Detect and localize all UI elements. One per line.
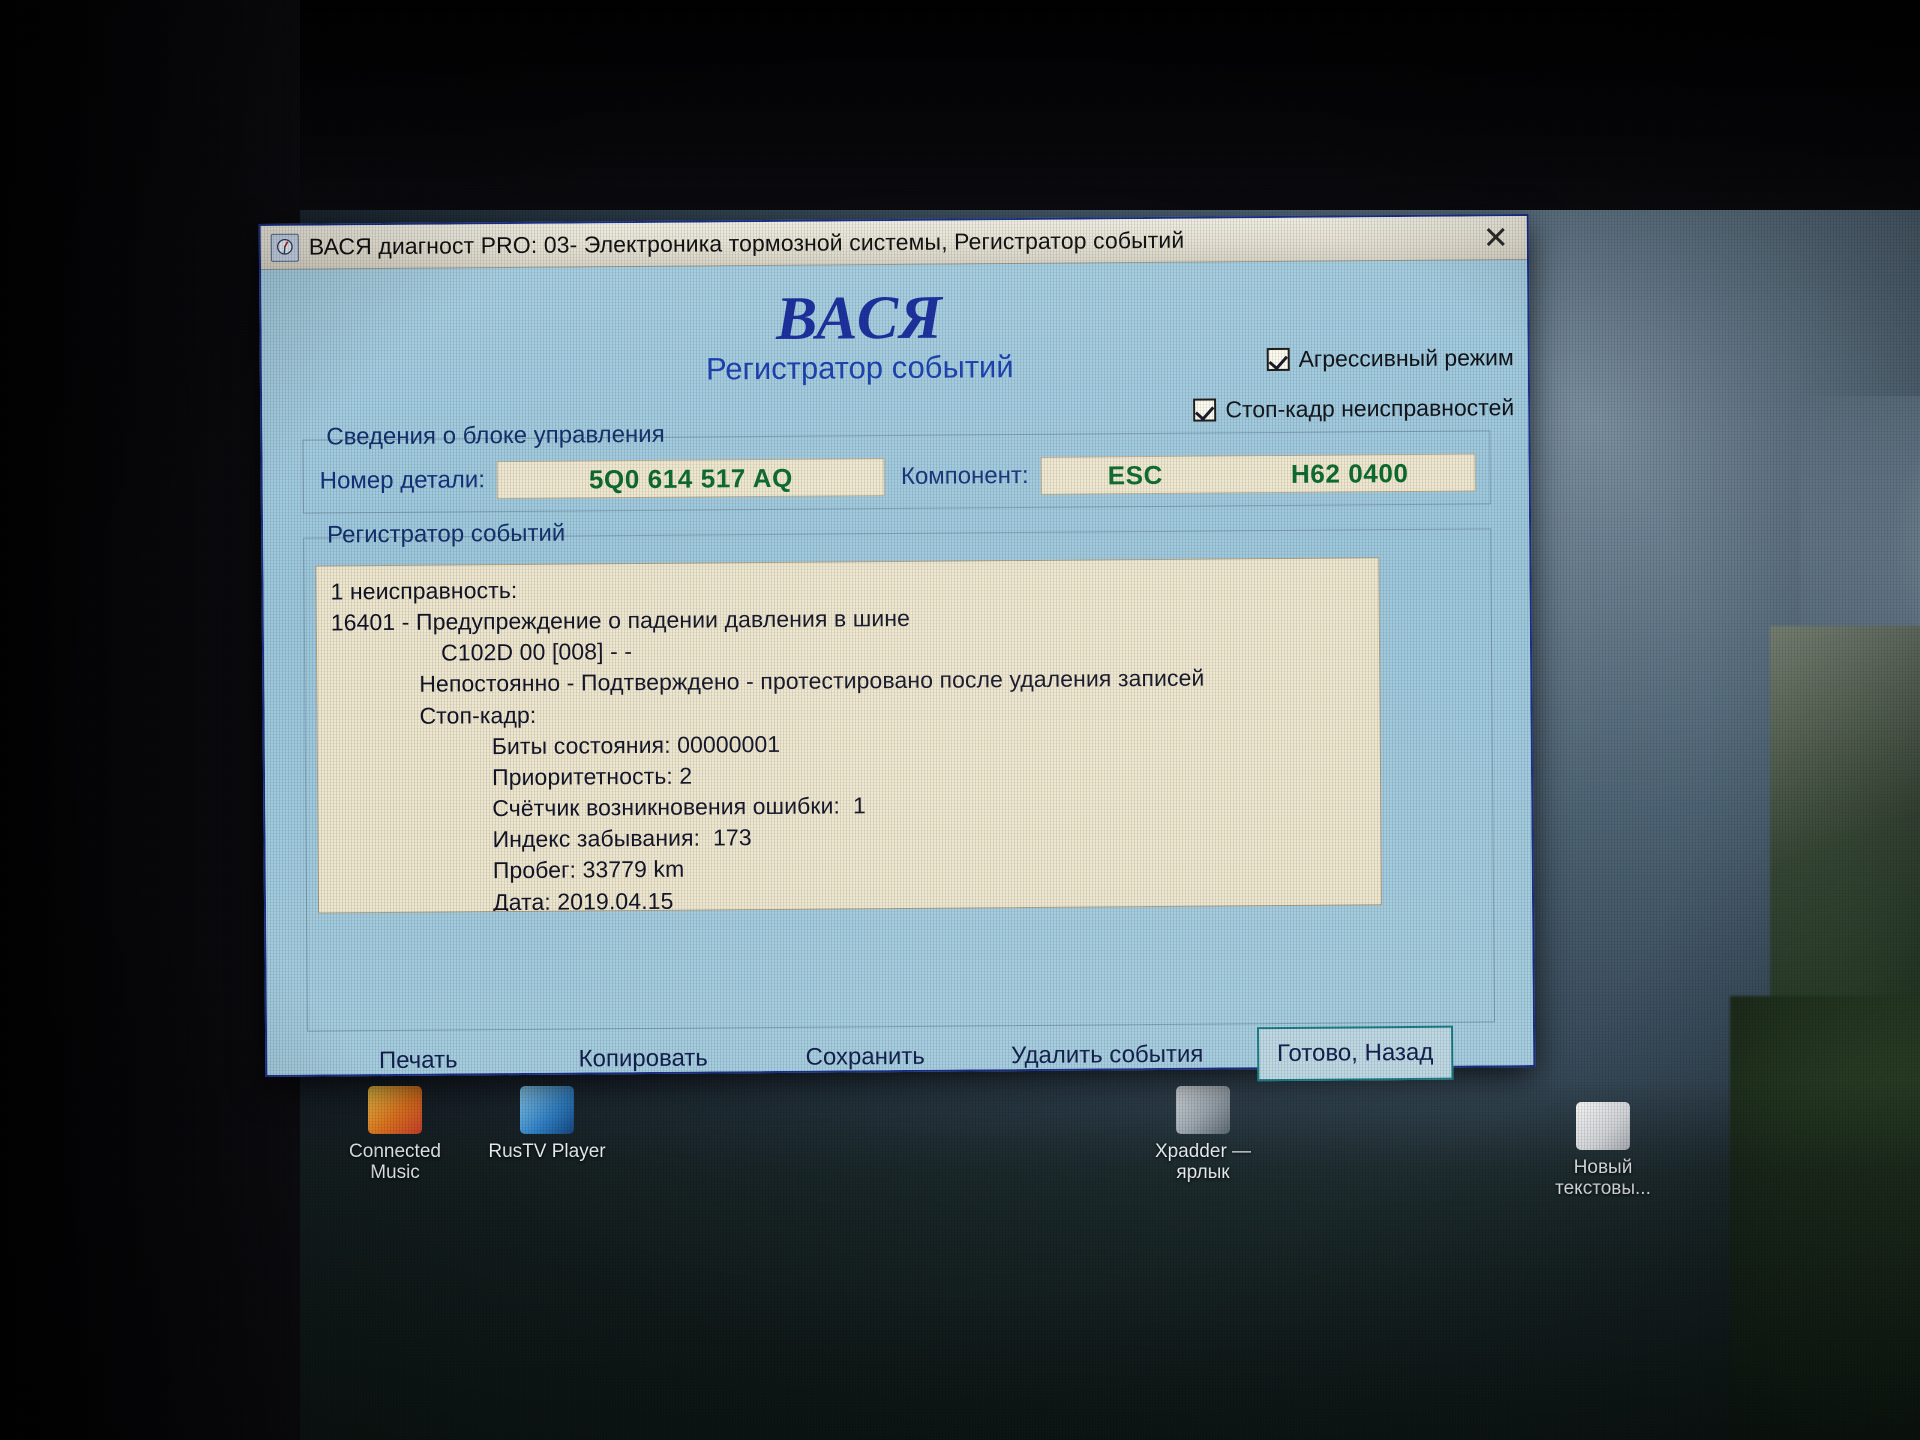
ecu-info-group: Сведения о блоке управления Номер детали…	[302, 421, 1491, 514]
checkbox-label: Стоп-кадр неисправностей	[1225, 394, 1515, 423]
desktop-icon-rustv-player[interactable]: RusTV Player	[472, 1086, 622, 1162]
window-title: ВАСЯ диагност PRO: 03- Электроника тормо…	[308, 226, 1185, 260]
desktop-icon-label: Xpadder — ярлык	[1154, 1141, 1252, 1184]
ecu-info-group-title: Сведения о блоке управления	[326, 420, 665, 451]
event-log-group-title: Регистратор событий	[327, 519, 566, 549]
close-icon[interactable]: ✕	[1475, 220, 1517, 256]
part-number-label: Номер детали:	[319, 466, 486, 495]
dialog-button-bar: Печать Копировать Сохранить Удалить собы…	[307, 1025, 1495, 1085]
music-app-icon	[368, 1086, 422, 1134]
desktop-icon-xpadder[interactable]: Xpadder — ярлык	[1128, 1086, 1278, 1184]
copy-button[interactable]: Копировать	[529, 1036, 757, 1082]
delete-events-button[interactable]: Удалить события	[973, 1032, 1241, 1078]
desktop-icon-connected-music[interactable]: Connected Music	[320, 1086, 470, 1184]
checkbox-aggressive-mode[interactable]: Агрессивный режим	[1266, 344, 1514, 373]
desktop-icon-area: Connected Music RusTV Player Xpadder — я…	[300, 1080, 1920, 1440]
checkbox-checked-icon[interactable]	[1193, 398, 1217, 422]
screen-bezel-left	[0, 0, 300, 1440]
photo-of-screen: Connected Music RusTV Player Xpadder — я…	[0, 0, 1920, 1440]
event-log-textarea[interactable]: 1 неисправность: 16401 - Предупреждение …	[315, 557, 1383, 914]
desktop-icon-label: Connected Music	[349, 1141, 441, 1184]
save-button[interactable]: Сохранить	[757, 1034, 973, 1080]
desktop-icon-label: RusTV Player	[488, 1141, 606, 1162]
text-file-icon	[1576, 1102, 1630, 1150]
desktop-icon-new-text-document[interactable]: Новый текстовы...	[1528, 1102, 1678, 1200]
checkbox-freeze-frame[interactable]: Стоп-кадр неисправностей	[1193, 394, 1514, 424]
gauge-icon	[270, 233, 299, 262]
component-label: Компонент:	[900, 461, 1029, 490]
window-body: ВАСЯ Регистратор событий Агрессивный реж…	[261, 260, 1534, 1082]
rustv-app-icon	[520, 1086, 574, 1134]
vcds-event-log-window: ВАСЯ диагност PRO: 03- Электроника тормо…	[258, 214, 1536, 1082]
checkbox-label: Агрессивный режим	[1298, 344, 1514, 372]
header-brand-zone: ВАСЯ Регистратор событий Агрессивный реж…	[261, 260, 1528, 424]
xpadder-app-icon	[1176, 1086, 1230, 1134]
component-name: ESC	[1107, 459, 1164, 490]
part-number-value: 5Q0 614 517 AQ	[496, 458, 886, 500]
desktop-icon-label: Новый текстовы...	[1555, 1157, 1651, 1200]
component-value-field: ESC H62 0400	[1040, 453, 1476, 495]
ecu-info-fields: Номер детали: 5Q0 614 517 AQ Компонент: …	[304, 453, 1490, 500]
print-button[interactable]: Печать	[307, 1038, 529, 1084]
component-code: H62 0400	[1290, 457, 1409, 489]
done-back-button[interactable]: Готово, Назад	[1257, 1025, 1454, 1082]
checkbox-checked-icon[interactable]	[1266, 347, 1290, 372]
brand-block: ВАСЯ Регистратор событий	[261, 278, 1528, 391]
